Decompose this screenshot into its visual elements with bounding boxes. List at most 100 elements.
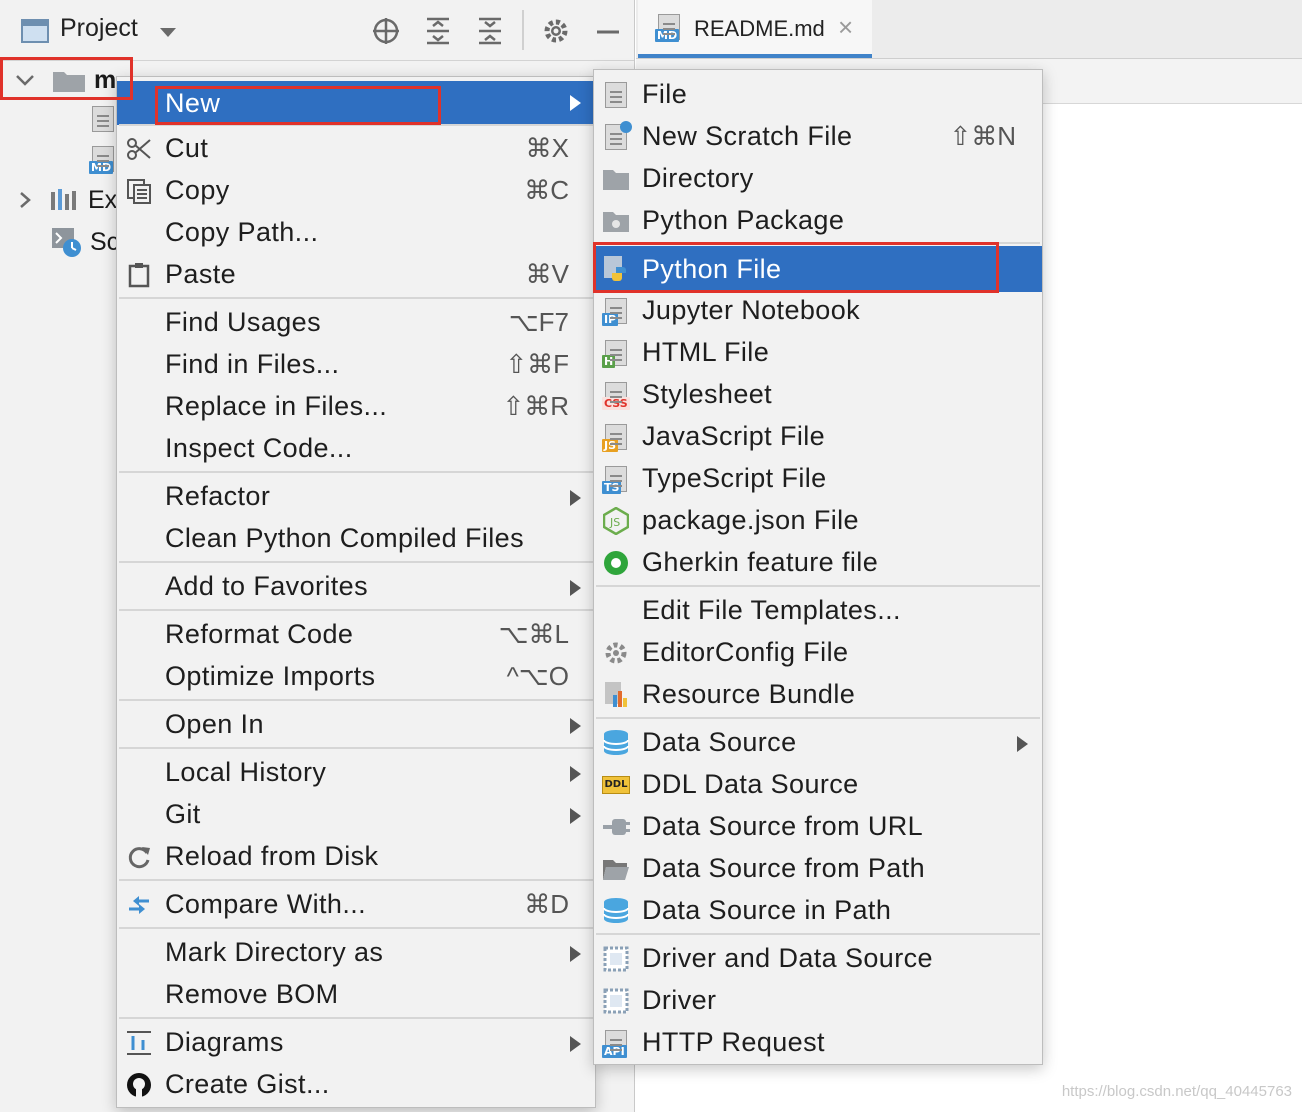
markdown-file-icon: MD xyxy=(655,14,680,42)
close-icon[interactable]: × xyxy=(838,12,853,43)
menu-item-label: Optimize Imports xyxy=(165,661,376,691)
collapse-all-icon[interactable] xyxy=(472,14,508,48)
api-file-icon: API xyxy=(602,1029,630,1058)
gear-icon xyxy=(602,639,630,667)
menu-item-directory[interactable]: Directory xyxy=(594,158,1042,200)
menu-item-label: Resource Bundle xyxy=(642,679,856,709)
menu-item-data-source-from-url[interactable]: Data Source from URL xyxy=(594,806,1042,848)
menu-item-javascript-file[interactable]: JS JavaScript File xyxy=(594,416,1042,458)
scratches-icon xyxy=(52,228,81,257)
menu-item-open-in[interactable]: Open In xyxy=(117,704,595,746)
menu-item-python-package[interactable]: Python Package xyxy=(594,200,1042,242)
markdown-file-icon: MD xyxy=(89,146,114,174)
new-submenu: File New Scratch File ⇧⌘N Directory Python P… xyxy=(593,69,1043,1065)
shortcut-label: ⌥⌘L xyxy=(498,619,569,649)
menu-item-editorconfig-file[interactable]: EditorConfig File xyxy=(594,632,1042,674)
menu-separator xyxy=(119,297,593,299)
toolbar-divider xyxy=(522,10,524,50)
expand-all-icon[interactable] xyxy=(420,14,456,48)
menu-item-compare-with[interactable]: Compare With... ⌘D xyxy=(117,884,595,926)
submenu-arrow-icon xyxy=(570,95,581,111)
menu-item-label: Edit File Templates... xyxy=(642,595,901,625)
menu-item-replace-in-files[interactable]: Replace in Files... ⇧⌘R xyxy=(117,386,595,428)
menu-item-find-usages[interactable]: Find Usages ⌥F7 xyxy=(117,302,595,344)
open-folder-icon xyxy=(602,855,630,883)
scissors-icon xyxy=(125,135,153,163)
menu-item-data-source-in-path[interactable]: Data Source in Path xyxy=(594,890,1042,932)
diagram-icon xyxy=(125,1029,153,1057)
shortcut-label: ⌥F7 xyxy=(508,307,569,337)
menu-item-paste[interactable]: Paste ⌘V xyxy=(117,254,595,296)
menu-item-refactor[interactable]: Refactor xyxy=(117,476,595,518)
menu-item-jupyter-notebook[interactable]: IP Jupyter Notebook xyxy=(594,290,1042,332)
menu-item-reformat-code[interactable]: Reformat Code ⌥⌘L xyxy=(117,614,595,656)
menu-item-data-source-from-path[interactable]: Data Source from Path xyxy=(594,848,1042,890)
submenu-arrow-icon xyxy=(570,718,581,734)
menu-item-copy-path[interactable]: Copy Path... xyxy=(117,212,595,254)
plug-icon xyxy=(602,813,630,841)
menu-item-optimize-imports[interactable]: Optimize Imports ^⌥O xyxy=(117,656,595,698)
menu-item-label: TypeScript File xyxy=(642,463,827,493)
menu-item-local-history[interactable]: Local History xyxy=(117,752,595,794)
menu-item-find-in-files[interactable]: Find in Files... ⇧⌘F xyxy=(117,344,595,386)
menu-item-remove-bom[interactable]: Remove BOM xyxy=(117,974,595,1016)
menu-item-gherkin-feature-file[interactable]: Gherkin feature file xyxy=(594,542,1042,584)
submenu-arrow-icon xyxy=(570,946,581,962)
tree-item-label: Ex xyxy=(88,185,118,214)
tree-row-external-libraries[interactable]: Ex xyxy=(18,180,128,220)
tab-readme[interactable]: MD README.md × xyxy=(638,0,872,58)
menu-item-git[interactable]: Git xyxy=(117,794,595,836)
project-toolbar: Project xyxy=(0,0,634,61)
menu-item-label: HTTP Request xyxy=(642,1027,825,1057)
chevron-down-icon[interactable] xyxy=(156,22,180,42)
project-title[interactable]: Project xyxy=(60,14,138,43)
menu-item-inspect-code[interactable]: Inspect Code... xyxy=(117,428,595,470)
svg-text:JS: JS xyxy=(609,516,620,529)
menu-item-edit-file-templates[interactable]: Edit File Templates... xyxy=(594,590,1042,632)
menu-item-driver[interactable]: Driver xyxy=(594,980,1042,1022)
menu-item-file[interactable]: File xyxy=(594,74,1042,116)
menu-item-copy[interactable]: Copy ⌘C xyxy=(117,170,595,212)
menu-item-label: Compare With... xyxy=(165,889,367,919)
shortcut-label: ⇧⌘N xyxy=(949,121,1016,151)
driver-icon xyxy=(602,945,630,973)
menu-item-new-scratch-file[interactable]: New Scratch File ⇧⌘N xyxy=(594,116,1042,158)
submenu-arrow-icon xyxy=(570,766,581,782)
shortcut-label: ⇧⌘F xyxy=(505,349,569,379)
menu-item-driver-and-data-source[interactable]: Driver and Data Source xyxy=(594,938,1042,980)
context-menu: New Cut ⌘X Copy ⌘C Copy Path... Paste ⌘V Find Us… xyxy=(116,76,596,1108)
menu-item-add-to-favorites[interactable]: Add to Favorites xyxy=(117,566,595,608)
menu-item-label: Driver and Data Source xyxy=(642,943,933,973)
menu-item-resource-bundle[interactable]: Resource Bundle xyxy=(594,674,1042,716)
database-icon xyxy=(602,897,630,925)
gear-icon[interactable] xyxy=(538,14,574,48)
menu-item-label: Clean Python Compiled Files xyxy=(165,523,524,553)
submenu-arrow-icon xyxy=(1017,736,1028,752)
project-view-icon[interactable] xyxy=(20,18,50,44)
menu-separator xyxy=(596,717,1040,719)
shortcut-label: ⌘V xyxy=(525,259,569,289)
menu-item-stylesheet[interactable]: CSS Stylesheet xyxy=(594,374,1042,416)
menu-item-clean-python-compiled-files[interactable]: Clean Python Compiled Files xyxy=(117,518,595,560)
github-icon xyxy=(125,1071,153,1099)
menu-separator xyxy=(119,879,593,881)
menu-item-create-gist[interactable]: Create Gist... xyxy=(117,1064,595,1106)
cucumber-icon xyxy=(602,549,630,577)
menu-item-data-source[interactable]: Data Source xyxy=(594,722,1042,764)
menu-item-http-request[interactable]: API HTTP Request xyxy=(594,1022,1042,1064)
menu-item-package-json-file[interactable]: JS package.json File xyxy=(594,500,1042,542)
menu-item-label: Refactor xyxy=(165,481,271,511)
menu-item-ddl-data-source[interactable]: DDL DDL Data Source xyxy=(594,764,1042,806)
menu-item-html-file[interactable]: H HTML File xyxy=(594,332,1042,374)
menu-item-mark-directory-as[interactable]: Mark Directory as xyxy=(117,932,595,974)
menu-item-diagrams[interactable]: Diagrams xyxy=(117,1022,595,1064)
minimize-icon[interactable] xyxy=(590,14,626,48)
menu-item-label: Copy xyxy=(165,175,230,205)
menu-item-reload-from-disk[interactable]: Reload from Disk xyxy=(117,836,595,878)
chevron-right-icon[interactable] xyxy=(18,190,32,210)
menu-item-label: Remove BOM xyxy=(165,979,339,1009)
menu-separator xyxy=(119,609,593,611)
menu-item-typescript-file[interactable]: TS TypeScript File xyxy=(594,458,1042,500)
menu-item-cut[interactable]: Cut ⌘X xyxy=(117,128,595,170)
locate-icon[interactable] xyxy=(368,14,404,48)
